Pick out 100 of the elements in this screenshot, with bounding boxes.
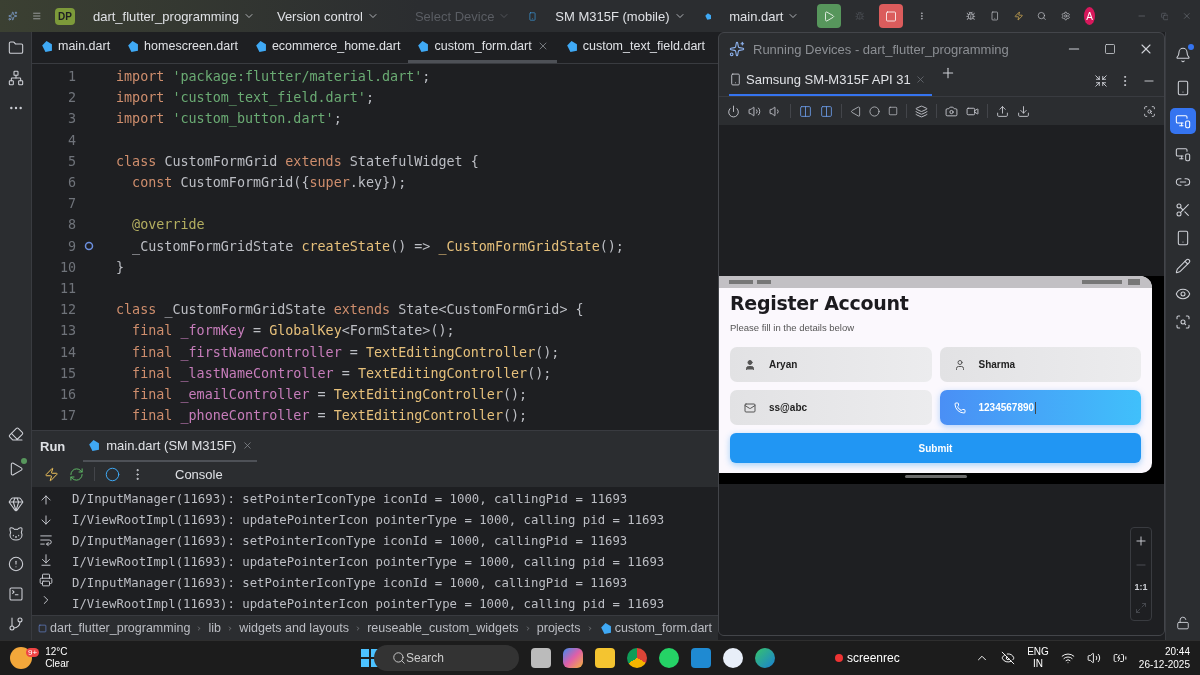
breadcrumb-item[interactable]: reuseable_custom_widgets [367, 621, 519, 635]
project-selector[interactable]: dart_flutter_programming [88, 6, 259, 26]
print-icon[interactable] [39, 573, 53, 587]
line-number: 1 [66, 69, 77, 85]
field-value: Aryan [769, 359, 798, 370]
hot-reload-icon[interactable] [44, 466, 59, 482]
clock-date[interactable]: 26-12-2025 [1138, 658, 1190, 671]
device-dropdown[interactable]: SM M315F (mobile) [551, 6, 690, 26]
rotate-right-icon[interactable] [820, 104, 833, 118]
browser-icon[interactable] [755, 648, 775, 668]
phone-icon[interactable] [989, 8, 1000, 24]
home-icon[interactable] [869, 105, 880, 117]
overview-icon[interactable] [888, 106, 898, 116]
volume-up-icon[interactable] [748, 104, 761, 118]
rotate-left-icon[interactable] [799, 104, 812, 118]
lightning-icon[interactable] [1013, 8, 1024, 24]
volume-icon[interactable] [1086, 651, 1101, 665]
scroll-end-icon[interactable] [39, 553, 53, 567]
settings-icon[interactable] [1060, 8, 1071, 24]
code-line: const CustomFormGrid({super.key}); [131, 175, 407, 191]
phone-icon [729, 73, 742, 86]
code-line: @override [131, 217, 205, 233]
folder-icon[interactable] [7, 40, 24, 56]
breadcrumb-item[interactable]: widgets and layouts [239, 621, 349, 635]
restart-icon[interactable] [69, 466, 84, 482]
code-line: class CustomFormGrid extends StatefulWidget { [116, 153, 479, 169]
problems-icon[interactable] [7, 556, 24, 572]
gem-icon[interactable] [7, 496, 24, 512]
wifi-icon[interactable] [1060, 651, 1075, 665]
running-devices-button[interactable] [1170, 108, 1196, 134]
region[interactable]: IN [1033, 658, 1043, 670]
download-icon[interactable] [1017, 104, 1030, 118]
input-field[interactable]: ss@abc [730, 390, 932, 425]
pencil-icon[interactable] [1175, 258, 1191, 274]
shrink-icon[interactable] [1094, 73, 1108, 88]
editor-tab[interactable]: ecommerce_home.dart [245, 32, 409, 63]
volume-down-icon[interactable] [769, 104, 782, 118]
emulator-icon[interactable] [1175, 230, 1191, 246]
mirror-icon[interactable] [915, 104, 928, 118]
run-tab[interactable]: main.dart (SM M315F) [83, 431, 258, 462]
console-tab[interactable]: Console [175, 466, 223, 482]
inspect-icon[interactable] [1143, 104, 1156, 118]
wrap-icon[interactable] [39, 533, 53, 547]
app-icon[interactable] [723, 648, 743, 668]
input-field[interactable]: Aryan [730, 347, 932, 382]
app-logo-icon[interactable] [8, 8, 18, 24]
eraser-icon[interactable] [7, 426, 24, 442]
mirror-icon[interactable] [1175, 146, 1191, 162]
scissors-icon[interactable] [1175, 202, 1191, 218]
assistant-icon[interactable] [563, 648, 583, 668]
run-config-dropdown[interactable]: main.dart [725, 6, 804, 26]
editor-tab[interactable]: main.dart [32, 32, 119, 63]
breadcrumb-item[interactable]: custom_form.dart [598, 621, 712, 635]
device-manager-icon[interactable] [1175, 80, 1191, 96]
maximize-icon[interactable] [1104, 43, 1116, 55]
zoom-in-icon[interactable] [1134, 534, 1148, 548]
back-icon[interactable] [850, 105, 861, 117]
version-control-menu[interactable]: Version control [272, 6, 383, 26]
chat-icon[interactable] [659, 648, 679, 668]
weather-condition: Clear [45, 658, 70, 670]
layout-inspector-icon[interactable] [1175, 314, 1191, 330]
eye-off-icon[interactable] [1001, 651, 1016, 665]
device-tab[interactable]: Samsung SM-M315F API 31 [729, 65, 932, 96]
browser-icon[interactable] [627, 648, 647, 668]
editor-tab[interactable]: homescreen.dart [118, 32, 246, 63]
flutter-icon [87, 438, 101, 452]
eye-icon[interactable] [1175, 286, 1191, 302]
arrow-down-icon[interactable] [39, 513, 53, 527]
actual-size-button[interactable]: 1:1 [1134, 582, 1148, 592]
power-icon[interactable] [727, 104, 740, 118]
line-number: 5 [66, 153, 77, 169]
search-field[interactable]: Search [374, 645, 519, 671]
upload-icon[interactable] [996, 104, 1009, 118]
override-marker-icon[interactable] [84, 241, 94, 252]
breadcrumb-item[interactable]: projects [536, 621, 581, 635]
stop-icon [885, 9, 897, 23]
camera-icon[interactable] [945, 104, 958, 118]
git-icon[interactable] [7, 616, 24, 632]
task-view-icon[interactable] [531, 648, 551, 668]
avatar[interactable]: A [1084, 7, 1095, 25]
unlock-icon[interactable] [1176, 616, 1190, 630]
breadcrumb-item[interactable]: dart_flutter_programming [38, 621, 191, 635]
terminal-icon[interactable] [7, 586, 24, 602]
language[interactable]: ENG [1027, 646, 1049, 658]
recorder-indicator[interactable]: screenrec [847, 651, 900, 665]
structure-icon[interactable] [7, 70, 24, 86]
person-icon [953, 358, 966, 371]
code-editor-icon[interactable] [691, 648, 711, 668]
code-line: final _emailController = TextEditingController(); [131, 386, 528, 402]
input-field[interactable]: Sharma [939, 347, 1141, 382]
breadcrumb-item[interactable]: lib [208, 621, 222, 635]
folder-icon[interactable] [595, 648, 615, 668]
battery-icon[interactable] [1112, 651, 1127, 665]
dart-file-icon [253, 39, 267, 53]
editor-tab[interactable]: custom_text_field.dart [556, 32, 713, 63]
run-button[interactable] [817, 4, 842, 28]
stop-button[interactable] [879, 4, 903, 28]
devtools-icon[interactable] [105, 466, 120, 482]
cat-icon[interactable] [7, 526, 24, 542]
clock-time[interactable]: 20:44 [1164, 645, 1190, 658]
